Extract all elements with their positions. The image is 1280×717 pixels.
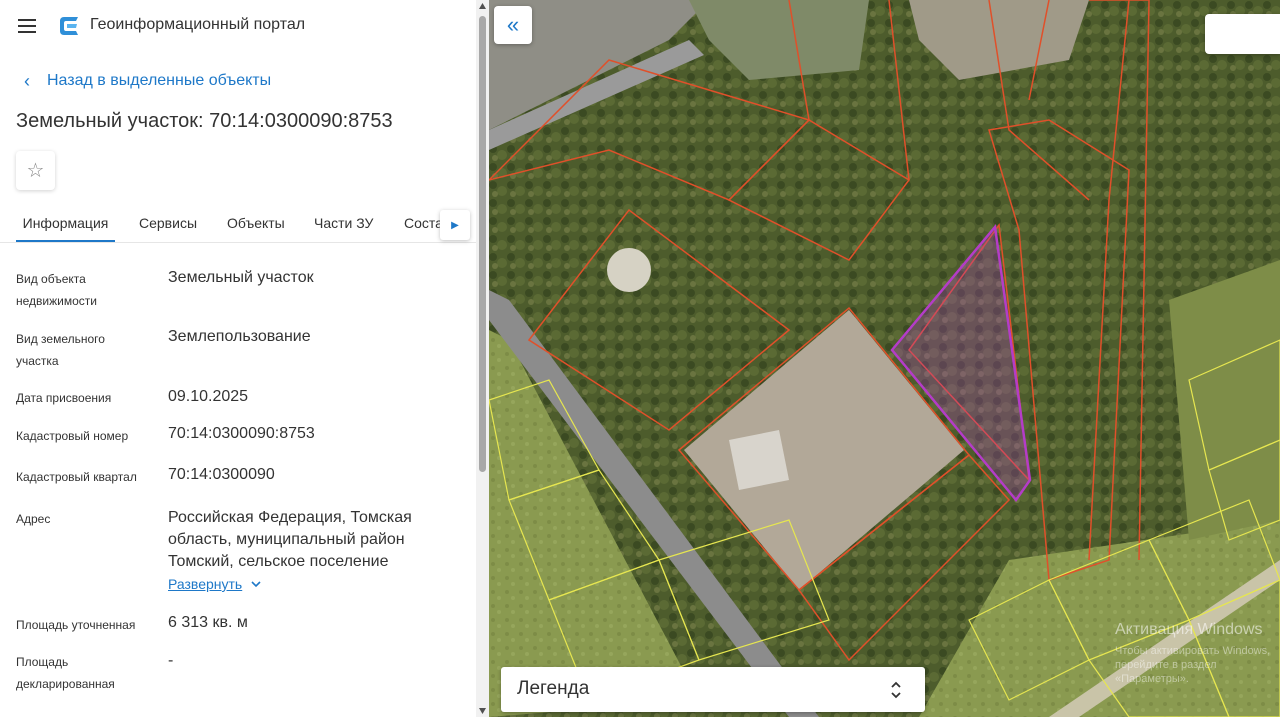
field-east: [1169, 260, 1280, 540]
attr-value-cadastral-number: 70:14:0300090:8753: [168, 425, 315, 442]
tab-services[interactable]: Сервисы: [139, 203, 197, 242]
attr-label-area-refined: Площадь уточненная: [16, 618, 136, 632]
map-view[interactable]: [489, 0, 1280, 717]
scrollbar-thumb[interactable]: [479, 16, 486, 472]
tab-objects[interactable]: Объекты: [227, 203, 285, 242]
double-chevron-left-icon: «: [506, 12, 520, 37]
windows-activation-title: Активация Windows: [1115, 621, 1263, 638]
chevron-down-icon: [251, 581, 261, 588]
round-plaza: [607, 248, 651, 292]
back-to-selection-link[interactable]: ‹ Назад в выделенные объекты: [16, 70, 271, 92]
app-title: Геоинформационный портал: [90, 16, 306, 33]
attr-value-object-type: Земельный участок: [168, 269, 314, 286]
top-bar: Геоинформационный портал: [0, 0, 476, 52]
tab-composition[interactable]: Соста: [404, 203, 443, 242]
legend-panel[interactable]: Легенда: [501, 667, 925, 712]
collapse-panel-button[interactable]: «: [494, 6, 532, 44]
windows-activation-subtitle: Чтобы активировать Windows, перейдите в …: [1115, 645, 1271, 685]
scroll-up-arrow-icon[interactable]: [478, 2, 487, 10]
app-root: Геоинформационный портал ‹ Назад в выдел…: [0, 0, 1280, 717]
attr-value-area-refined: 6 313 кв. м: [168, 614, 248, 631]
scroll-down-arrow-icon[interactable]: [478, 707, 487, 715]
expand-address-link[interactable]: Развернуть: [168, 576, 262, 592]
attr-label-parcel-type: Вид земельного участка: [16, 332, 105, 368]
caret-right-icon: ▶: [451, 219, 459, 231]
panel-scrollbar[interactable]: [476, 0, 489, 717]
tab-bar: Информация Сервисы Объекты Части ЗУ Сост…: [0, 203, 476, 243]
attr-label-cadastral-number: Кадастровый номер: [16, 429, 129, 443]
satellite-map[interactable]: [489, 0, 1280, 717]
attr-label-object-type: Вид объекта недвижимости: [16, 272, 97, 308]
attr-value-address: Российская Федерация, Томская область, м…: [168, 509, 412, 570]
chevron-left-icon: ‹: [24, 71, 30, 91]
tab-information[interactable]: Информация: [16, 203, 115, 242]
hamburger-icon[interactable]: [16, 14, 40, 38]
attr-label-assign-date: Дата присвоения: [16, 391, 112, 405]
favorite-button[interactable]: ☆: [16, 151, 55, 190]
attr-label-cadastral-quarter: Кадастровый квартал: [16, 470, 137, 484]
attr-value-cadastral-quarter: 70:14:0300090: [168, 466, 275, 483]
attr-label-address: Адрес: [16, 512, 51, 526]
attr-value-parcel-type: Землепользование: [168, 328, 311, 345]
debris-pile: [729, 430, 789, 490]
legend-label: Легенда: [517, 678, 590, 699]
tabs-scroll-next-button[interactable]: ▶: [440, 210, 470, 240]
page-title: Земельный участок: 70:14:0300090:8753: [16, 110, 393, 132]
expand-link-label: Развернуть: [168, 576, 243, 592]
info-panel: Геоинформационный портал ‹ Назад в выдел…: [0, 0, 476, 717]
chevron-up-down-icon[interactable]: [889, 679, 903, 701]
tab-parcel-parts[interactable]: Части ЗУ: [314, 203, 373, 242]
portal-logo-icon: [60, 17, 78, 35]
attr-value-area-declared: -: [168, 652, 174, 669]
star-outline-icon: ☆: [26, 160, 45, 182]
attr-value-assign-date: 09.10.2025: [168, 388, 249, 405]
map-search-box[interactable]: [1205, 14, 1280, 54]
back-link-label: Назад в выделенные объекты: [47, 72, 272, 89]
attr-label-area-declared: Площадь декларированная: [16, 655, 115, 691]
